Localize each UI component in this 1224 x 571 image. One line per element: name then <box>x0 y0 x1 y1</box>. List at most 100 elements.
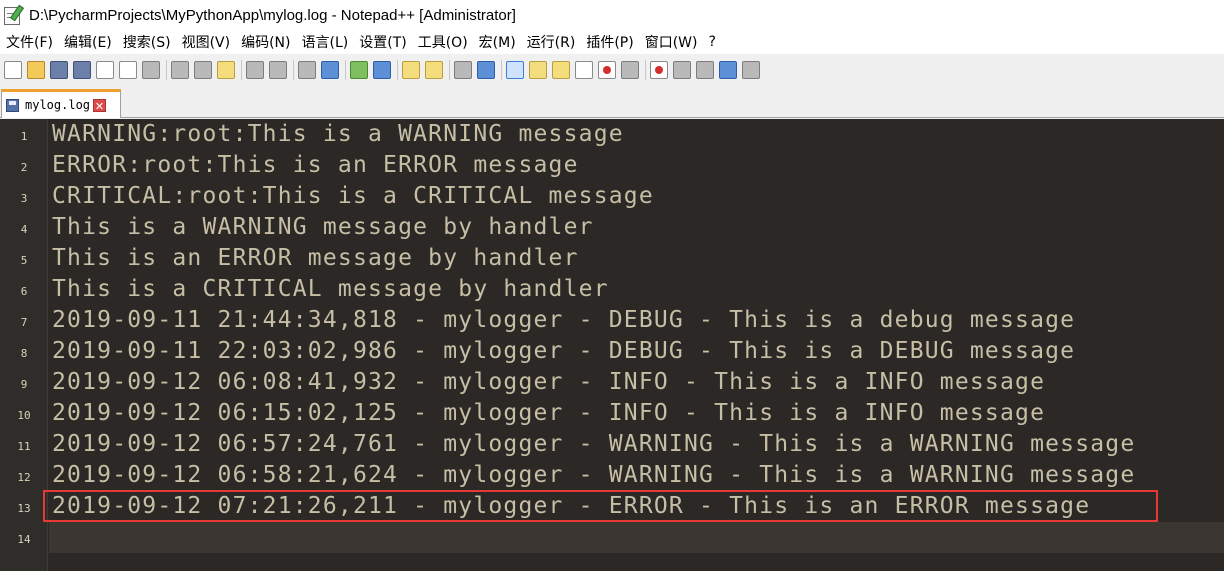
line-text: 2019-09-11 22:03:02,986 - mylogger - DEB… <box>52 338 1076 364</box>
line-text: This is an ERROR message by handler <box>52 245 579 271</box>
toolbar-separator <box>293 60 294 80</box>
folder-as-workspace-icon[interactable] <box>598 61 616 79</box>
notepad-plus-plus-icon <box>3 4 25 25</box>
save-macro-icon[interactable] <box>742 61 760 79</box>
run-macro-multiple-icon[interactable] <box>719 61 737 79</box>
tab-mylog[interactable]: mylog.log ✕ <box>1 89 121 118</box>
menu-file[interactable]: 文件(F) <box>1 32 58 52</box>
editor-line[interactable]: 8 2019-09-11 22:03:02,986 - mylogger - D… <box>0 336 1224 367</box>
editor-line-current[interactable]: 14 <box>17 522 1224 553</box>
menu-run[interactable]: 运行(R) <box>522 32 581 52</box>
indent-guide-icon[interactable] <box>506 61 524 79</box>
line-number: 13 <box>17 502 31 515</box>
editor-line[interactable]: 11 2019-09-12 06:57:24,761 - mylogger - … <box>0 429 1224 460</box>
close-tab-icon[interactable]: ✕ <box>93 98 107 113</box>
doc-map-icon[interactable] <box>552 61 570 79</box>
sync-vertical-icon[interactable] <box>402 61 420 79</box>
play-macro-icon[interactable] <box>696 61 714 79</box>
line-text: WARNING:root:This is a WARNING message <box>52 121 624 147</box>
line-number: 11 <box>17 440 31 453</box>
open-file-icon[interactable] <box>27 61 45 79</box>
menu-edit[interactable]: 编辑(E) <box>59 32 117 52</box>
line-number: 1 <box>20 130 28 143</box>
menu-plugins[interactable]: 插件(P) <box>581 32 638 52</box>
word-wrap-icon[interactable] <box>454 61 472 79</box>
line-text: 2019-09-12 06:15:02,125 - mylogger - INF… <box>52 400 1046 426</box>
menu-tools[interactable]: 工具(O) <box>413 32 473 52</box>
menu-settings[interactable]: 设置(T) <box>354 32 411 52</box>
paste-icon[interactable] <box>217 61 235 79</box>
cut-icon[interactable] <box>171 61 189 79</box>
toolbar-separator <box>449 60 450 80</box>
line-number: 7 <box>20 316 28 329</box>
new-file-icon[interactable] <box>4 61 22 79</box>
tab-label: mylog.log <box>25 98 91 112</box>
editor-line[interactable]: 12 2019-09-12 06:58:21,624 - mylogger - … <box>0 460 1224 491</box>
line-number: 4 <box>20 223 28 236</box>
line-number: 12 <box>17 471 31 484</box>
zoom-out-icon[interactable] <box>373 61 391 79</box>
line-number: 3 <box>20 192 28 205</box>
save-icon[interactable] <box>50 61 68 79</box>
line-number: 14 <box>17 533 31 546</box>
menu-window[interactable]: 窗口(W) <box>640 32 703 52</box>
menu-view[interactable]: 视图(V) <box>177 32 236 52</box>
line-text: This is a CRITICAL message by handler <box>52 276 609 302</box>
toolbar <box>0 55 1224 85</box>
toolbar-separator <box>501 60 502 80</box>
replace-icon[interactable] <box>321 61 339 79</box>
toolbar-separator <box>345 60 346 80</box>
editor-line[interactable]: 6 This is a CRITICAL message by handler <box>0 274 1224 305</box>
stop-recording-icon[interactable] <box>673 61 691 79</box>
toolbar-separator <box>166 60 167 80</box>
editor-line[interactable]: 10 2019-09-12 06:15:02,125 - mylogger - … <box>0 398 1224 429</box>
find-icon[interactable] <box>298 61 316 79</box>
line-text: 2019-09-12 06:57:24,761 - mylogger - WAR… <box>52 431 1136 457</box>
editor-line[interactable]: 2 ERROR:root:This is an ERROR message <box>0 150 1224 181</box>
editor-line[interactable]: 7 2019-09-11 21:44:34,818 - mylogger - D… <box>0 305 1224 336</box>
undo-icon[interactable] <box>246 61 264 79</box>
toolbar-separator <box>397 60 398 80</box>
editor-area[interactable]: 1 WARNING:root:This is a WARNING message… <box>0 119 1224 571</box>
record-macro-icon[interactable] <box>650 61 668 79</box>
print-icon[interactable] <box>142 61 160 79</box>
line-text: This is a WARNING message by handler <box>52 214 594 240</box>
function-list-icon[interactable] <box>575 61 593 79</box>
toolbar-separator <box>645 60 646 80</box>
menu-help[interactable]: ? <box>704 34 721 50</box>
copy-icon[interactable] <box>194 61 212 79</box>
editor-line[interactable]: 9 2019-09-12 06:08:41,932 - mylogger - I… <box>0 367 1224 398</box>
editor-line[interactable]: 1 WARNING:root:This is a WARNING message <box>0 119 1224 150</box>
user-defined-language-icon[interactable] <box>529 61 547 79</box>
zoom-in-icon[interactable] <box>350 61 368 79</box>
toolbar-separator <box>241 60 242 80</box>
line-number: 9 <box>20 378 28 391</box>
line-number: 5 <box>20 254 28 267</box>
line-text: ERROR:root:This is an ERROR message <box>52 152 579 178</box>
line-text: 2019-09-12 06:58:21,624 - mylogger - WAR… <box>52 462 1136 488</box>
menu-encoding[interactable]: 编码(N) <box>236 32 295 52</box>
editor-line[interactable]: 4 This is a WARNING message by handler <box>0 212 1224 243</box>
close-all-icon[interactable] <box>119 61 137 79</box>
line-text: 2019-09-11 21:44:34,818 - mylogger - DEB… <box>52 307 1076 333</box>
editor-line[interactable]: 3 CRITICAL:root:This is a CRITICAL messa… <box>0 181 1224 212</box>
monitoring-icon[interactable] <box>621 61 639 79</box>
menu-search[interactable]: 搜索(S) <box>118 32 176 52</box>
title-bar: D:\PycharmProjects\MyPythonApp\mylog.log… <box>0 0 1224 30</box>
line-number: 2 <box>20 161 28 174</box>
show-all-characters-icon[interactable] <box>477 61 495 79</box>
redo-icon[interactable] <box>269 61 287 79</box>
line-number: 8 <box>20 347 28 360</box>
line-text: 2019-09-12 06:08:41,932 - mylogger - INF… <box>52 369 1046 395</box>
close-icon[interactable] <box>96 61 114 79</box>
line-text: CRITICAL:root:This is a CRITICAL message <box>52 183 654 209</box>
save-all-icon[interactable] <box>73 61 91 79</box>
tab-strip: mylog.log ✕ <box>0 86 1224 118</box>
line-text: 2019-09-12 07:21:26,211 - mylogger - ERR… <box>52 493 1091 519</box>
editor-line[interactable]: 5 This is an ERROR message by handler <box>0 243 1224 274</box>
editor-line[interactable]: 13 2019-09-12 07:21:26,211 - mylogger - … <box>0 491 1224 522</box>
menu-macro[interactable]: 宏(M) <box>474 32 521 52</box>
menu-language[interactable]: 语言(L) <box>297 32 354 52</box>
line-number: 10 <box>17 409 31 422</box>
sync-horizontal-icon[interactable] <box>425 61 443 79</box>
